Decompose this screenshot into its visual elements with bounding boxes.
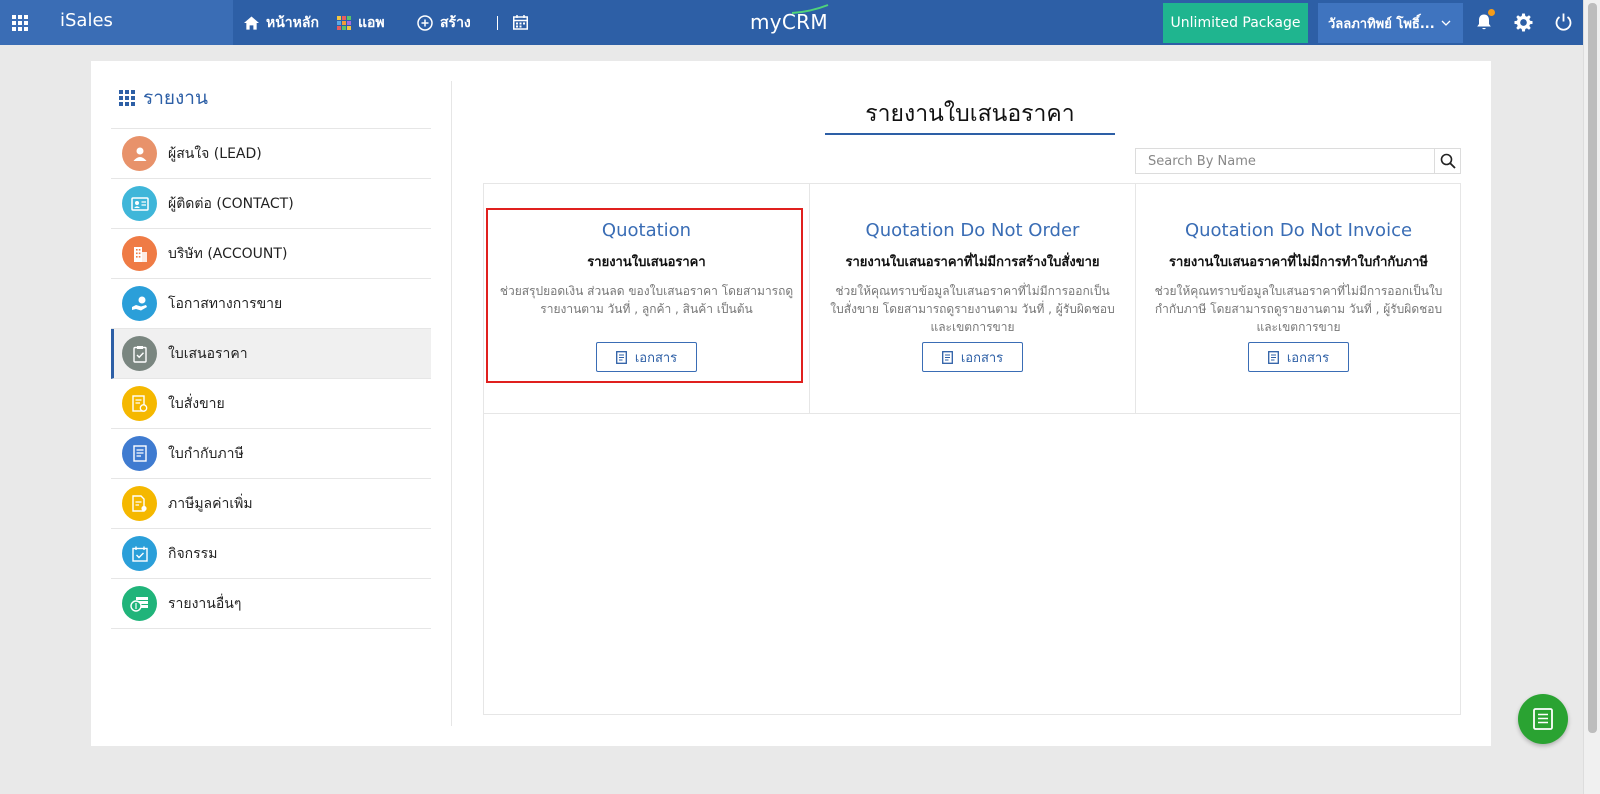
- nav-calendar[interactable]: [497, 0, 528, 45]
- card-description: ช่วยสรุปยอดเงิน ส่วนลด ของใบเสนอราคา โดย…: [499, 284, 794, 316]
- card-description: ช่วยให้คุณทราบข้อมูลใบเสนอราคาที่ไม่มีกา…: [1154, 284, 1443, 334]
- document-button[interactable]: เอกสาร: [1248, 342, 1349, 372]
- user-menu-button[interactable]: วัลลภาทิพย์ โพธิ์...: [1318, 3, 1463, 43]
- card-title: Quotation Do Not Order: [865, 220, 1080, 241]
- sidebar-item-label: ผู้สนใจ (LEAD): [168, 145, 262, 162]
- notes-fab-button[interactable]: [1518, 694, 1568, 744]
- app-launcher-icon[interactable]: [12, 15, 28, 31]
- user-name: วัลลภาทิพย์ โพธิ์...: [1328, 16, 1435, 32]
- package-button[interactable]: Unlimited Package: [1163, 3, 1308, 43]
- card-title: Quotation: [601, 220, 692, 241]
- logout-button[interactable]: [1552, 11, 1574, 33]
- sidebar-item-label: ใบกำกับภาษี: [168, 445, 244, 462]
- document-icon: [1267, 350, 1279, 364]
- sidebar-item-label: บริษัท (ACCOUNT): [168, 245, 288, 262]
- report-card-quotation-do-not-order: Quotation Do Not Order รายงานใบเสนอราคาท…: [810, 184, 1136, 414]
- title-underline: [825, 133, 1115, 135]
- clipboard-check-icon: [122, 336, 157, 371]
- card-title: Quotation Do Not Invoice: [1184, 220, 1413, 241]
- search-button[interactable]: [1434, 149, 1460, 173]
- sidebar-item-sales-order[interactable]: ใบสั่งขาย: [111, 379, 431, 429]
- mycrm-logo: myCRM: [750, 4, 829, 34]
- nav-apps-label: แอพ: [358, 14, 385, 31]
- document-button-label: เอกสาร: [634, 350, 678, 366]
- reports-grid-icon: [119, 90, 135, 106]
- card-subtitle: รายงานใบเสนอราคาที่ไม่มีการทำใบกำกับภาษี: [1169, 255, 1428, 270]
- notes-icon: [1533, 708, 1553, 730]
- document-button-label: เอกสาร: [960, 350, 1004, 366]
- power-icon: [1555, 13, 1571, 31]
- person-icon: [122, 136, 157, 171]
- document-icon: [615, 350, 627, 364]
- contact-card-icon: [122, 186, 157, 221]
- panel-divider: [451, 81, 452, 726]
- page-title: รายงานใบเสนอราคา: [865, 101, 1075, 127]
- sidebar-item-label: ใบเสนอราคา: [168, 345, 248, 362]
- nav-create[interactable]: สร้าง: [417, 0, 471, 45]
- notifications-button[interactable]: [1473, 9, 1495, 33]
- home-icon: [244, 15, 259, 30]
- report-card-quotation-do-not-invoice: Quotation Do Not Invoice รายงานใบเสนอราค…: [1136, 184, 1461, 414]
- plus-circle-icon: [417, 14, 433, 31]
- document-icon: [941, 350, 953, 364]
- search-box: [1135, 148, 1461, 174]
- search-icon: [1440, 153, 1456, 169]
- report-cards-container: Quotation รายงานใบเสนอราคา ช่วยสรุปยอดเง…: [483, 183, 1461, 715]
- nav-create-label: สร้าง: [440, 14, 471, 31]
- search-input[interactable]: [1136, 149, 1434, 173]
- notification-dot: [1488, 9, 1495, 16]
- top-navigation-bar: iSales หน้าหลัก แอพ สร้าง myCRM Unlimite…: [0, 0, 1583, 45]
- sidebar-item-label: กิจกรรม: [168, 545, 218, 562]
- nav-home[interactable]: หน้าหลัก: [244, 0, 319, 45]
- app-name: iSales: [60, 10, 113, 31]
- document-button[interactable]: เอกสาร: [596, 342, 697, 372]
- sidebar-item-account[interactable]: บริษัท (ACCOUNT): [111, 229, 431, 279]
- report-category-list: ผู้สนใจ (LEAD) ผู้ติดต่อ (CONTACT) บริษั…: [111, 128, 431, 629]
- gear-icon: [1513, 12, 1533, 32]
- card-subtitle: รายงานใบเสนอราคา: [587, 255, 706, 270]
- card-description: ช่วยให้คุณทราบข้อมูลใบเสนอราคาที่ไม่มีกา…: [830, 284, 1115, 334]
- nav-separator: [497, 15, 498, 30]
- sidebar-item-contact[interactable]: ผู้ติดต่อ (CONTACT): [111, 179, 431, 229]
- chevron-down-icon: [1441, 20, 1451, 26]
- sidebar-item-label: รายงานอื่นๆ: [168, 595, 242, 612]
- logo-swoosh-icon: [791, 4, 829, 14]
- card-subtitle: รายงานใบเสนอราคาที่ไม่มีการสร้างใบสั่งขา…: [845, 255, 1100, 270]
- sidebar-item-opportunity[interactable]: โอกาสทางการขาย: [111, 279, 431, 329]
- sidebar-title-label: รายงาน: [143, 87, 208, 109]
- page-scrollbar[interactable]: [1583, 0, 1600, 794]
- building-icon: [122, 236, 157, 271]
- document-button-label: เอกสาร: [1286, 350, 1330, 366]
- nav-home-label: หน้าหลัก: [266, 14, 319, 31]
- sidebar-item-activity[interactable]: กิจกรรม: [111, 529, 431, 579]
- order-icon: [122, 386, 157, 421]
- document-button[interactable]: เอกสาร: [922, 342, 1023, 372]
- money-icon: [122, 586, 157, 621]
- tax-doc-icon: [122, 486, 157, 521]
- report-card-quotation: Quotation รายงานใบเสนอราคา ช่วยสรุปยอดเง…: [484, 184, 810, 414]
- reports-panel: รายงาน ผู้สนใจ (LEAD) ผู้ติดต่อ (CONTACT…: [91, 61, 1491, 746]
- apps-grid-icon: [337, 15, 351, 30]
- settings-button[interactable]: [1512, 11, 1534, 33]
- sidebar-item-other-reports[interactable]: รายงานอื่นๆ: [111, 579, 431, 629]
- invoice-icon: [122, 436, 157, 471]
- sidebar-item-label: โอกาสทางการขาย: [168, 295, 283, 312]
- sidebar-item-label: ภาษีมูลค่าเพิ่ม: [168, 495, 253, 512]
- sidebar-item-label: ผู้ติดต่อ (CONTACT): [168, 195, 294, 212]
- sidebar-item-vat[interactable]: ภาษีมูลค่าเพิ่ม: [111, 479, 431, 529]
- hand-coin-icon: [122, 286, 157, 321]
- sidebar-item-label: ใบสั่งขาย: [168, 395, 225, 412]
- brand-area: iSales: [0, 0, 233, 45]
- sidebar-item-lead[interactable]: ผู้สนใจ (LEAD): [111, 129, 431, 179]
- calendar-icon: [513, 15, 528, 30]
- scrollbar-thumb[interactable]: [1588, 3, 1597, 733]
- sidebar-item-invoice[interactable]: ใบกำกับภาษี: [111, 429, 431, 479]
- sidebar-title: รายงาน: [119, 83, 208, 113]
- calendar-check-icon: [122, 536, 157, 571]
- sidebar-item-quotation[interactable]: ใบเสนอราคา: [111, 329, 431, 379]
- nav-apps[interactable]: แอพ: [337, 0, 385, 45]
